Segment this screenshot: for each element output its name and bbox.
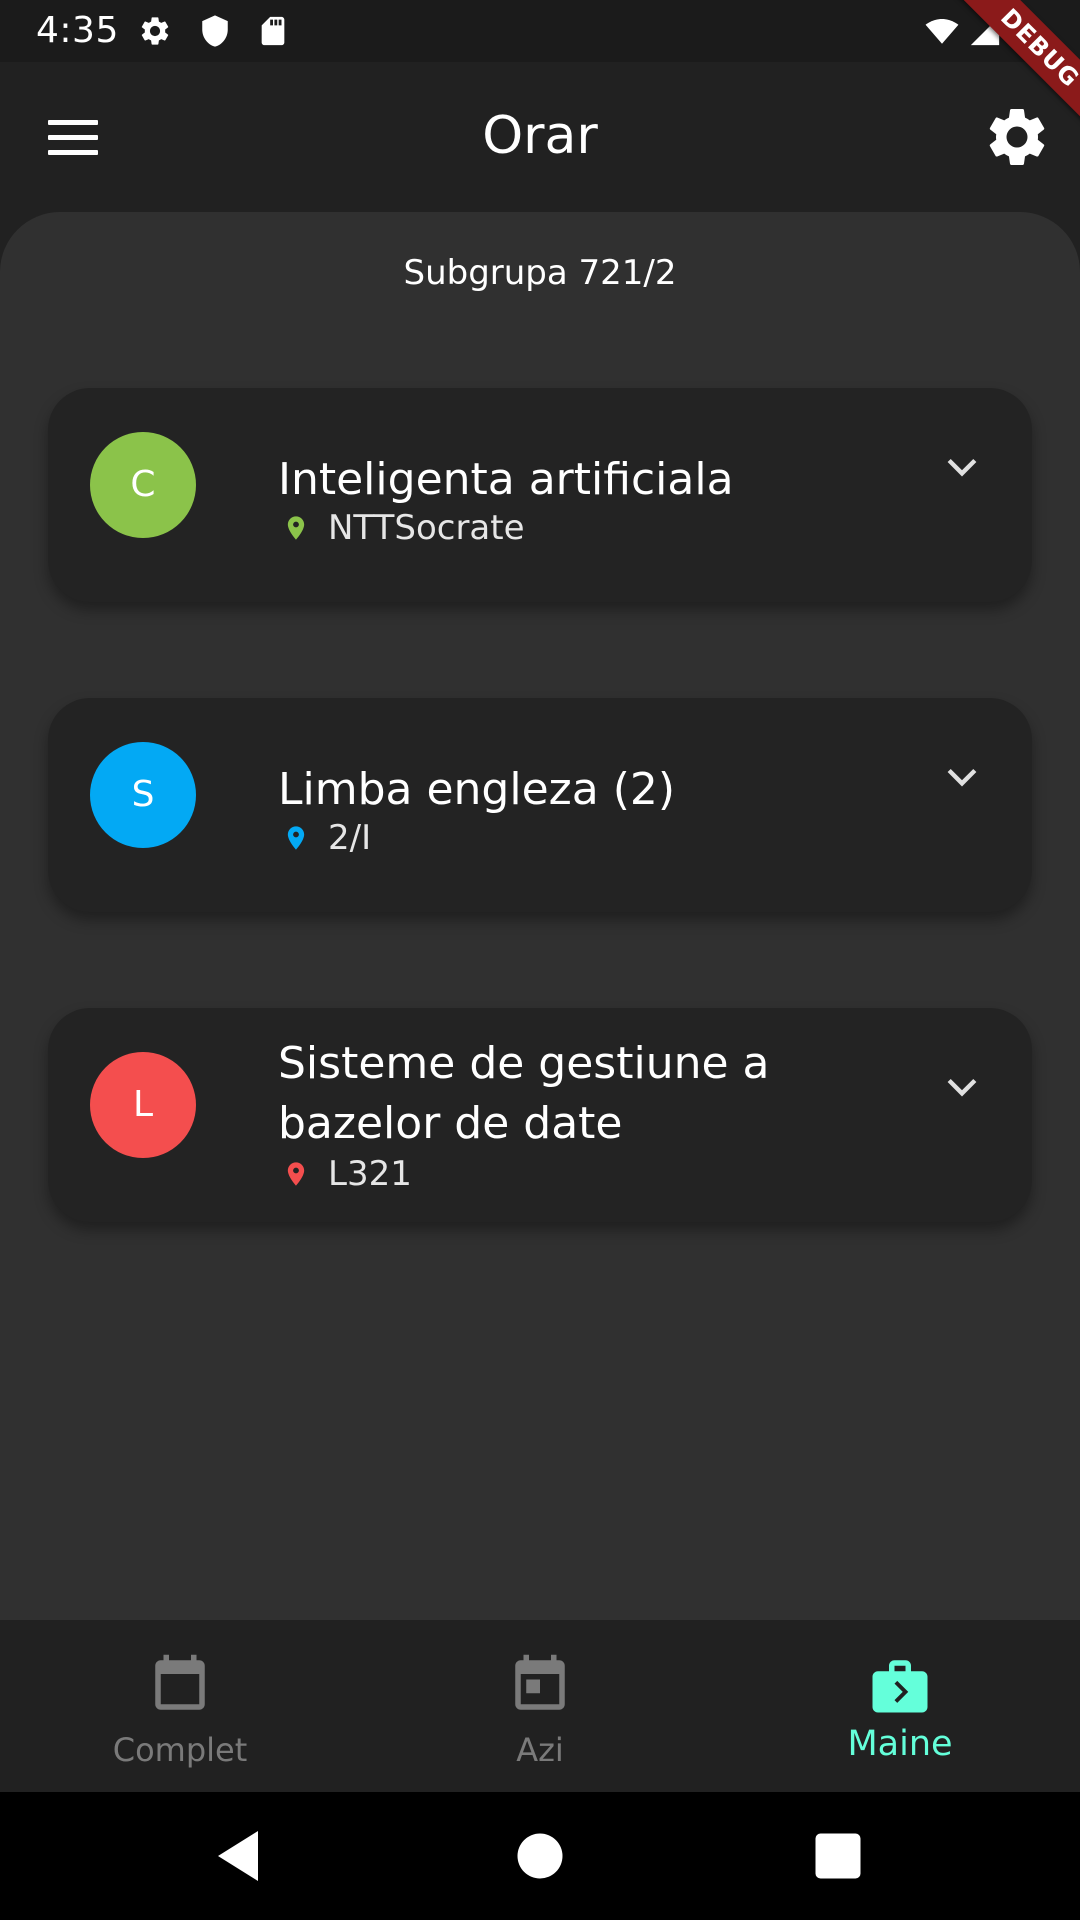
course-title: Sisteme de gestiune a bazelor de date	[278, 1038, 770, 1149]
next-week-icon	[867, 1652, 933, 1718]
course-avatar: C	[90, 432, 196, 538]
shield-icon	[198, 14, 232, 48]
calendar-icon	[147, 1652, 213, 1718]
course-avatar: L	[90, 1052, 196, 1158]
nav-item-azi[interactable]: Azi	[360, 1620, 720, 1792]
bottom-navigation: Complet Azi Maine	[0, 1620, 1080, 1792]
location-pin-icon	[282, 1156, 310, 1192]
nav-item-complet[interactable]: Complet	[0, 1620, 360, 1792]
back-icon[interactable]	[208, 1826, 268, 1886]
course-card[interactable]: S Limba engleza (2) 2/I	[48, 698, 1032, 912]
calendar-today-icon	[507, 1652, 573, 1718]
gear-icon	[138, 14, 172, 48]
wifi-icon	[922, 14, 962, 48]
subgroup-label: Subgrupa 721/2	[403, 253, 677, 293]
schedule-sheet: Subgrupa 721/2 C Inteligenta artificiala…	[0, 212, 1080, 1620]
chevron-down-icon[interactable]	[940, 754, 984, 798]
nav-label: Azi	[516, 1731, 564, 1769]
course-room: L321	[282, 1154, 412, 1194]
app-bar: Orar	[0, 62, 1080, 212]
course-room: NTTSocrate	[282, 508, 525, 548]
location-pin-icon	[282, 820, 310, 856]
page-title: Orar	[482, 106, 598, 166]
course-card[interactable]: C Inteligenta artificiala NTTSocrate	[48, 388, 1032, 602]
nav-item-maine[interactable]: Maine	[720, 1620, 1080, 1792]
nav-label: Complet	[112, 1731, 248, 1769]
course-title: Limba engleza (2)	[278, 764, 676, 815]
sd-card-icon	[256, 14, 290, 48]
status-bar: 4:35	[0, 0, 1080, 62]
course-card[interactable]: L Sisteme de gestiune a bazelor de date …	[48, 1008, 1032, 1222]
gear-icon	[989, 108, 1045, 165]
room-label: 2/I	[328, 818, 372, 858]
nav-label: Maine	[847, 1724, 953, 1764]
chevron-down-icon[interactable]	[940, 1064, 984, 1108]
settings-button[interactable]	[982, 102, 1052, 172]
schedule-panel: Subgrupa 721/2 C Inteligenta artificiala…	[0, 212, 1080, 1620]
recents-icon[interactable]	[808, 1826, 868, 1886]
course-title: Inteligenta artificiala	[278, 454, 734, 505]
location-pin-icon	[282, 510, 310, 546]
home-icon[interactable]	[510, 1826, 570, 1886]
course-avatar: S	[90, 742, 196, 848]
room-label: L321	[328, 1154, 412, 1194]
status-time: 4:35	[36, 10, 119, 51]
room-label: NTTSocrate	[328, 508, 525, 548]
course-room: 2/I	[282, 818, 371, 858]
chevron-down-icon[interactable]	[940, 444, 984, 488]
system-navigation-bar	[0, 1792, 1080, 1920]
